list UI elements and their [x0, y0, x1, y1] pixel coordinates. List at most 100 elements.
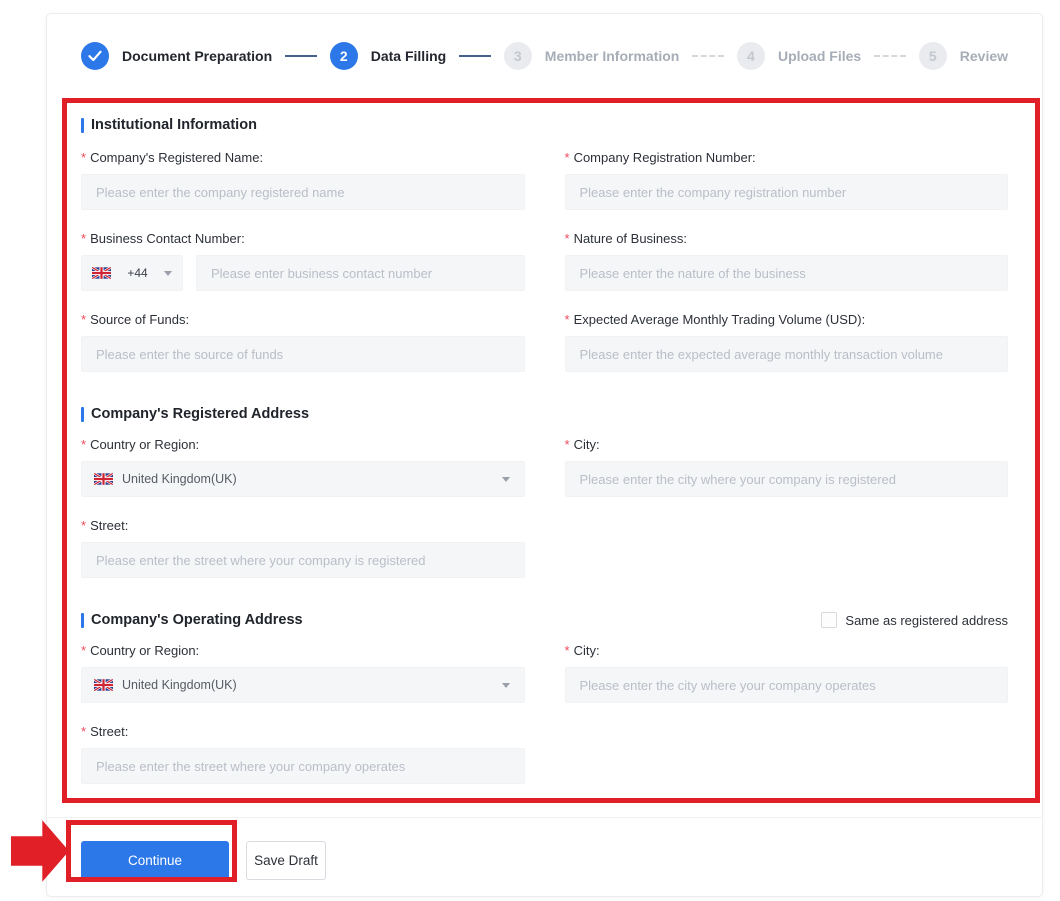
- field-label: *Street:: [81, 724, 525, 739]
- step-label: Review: [960, 48, 1008, 64]
- required-asterisk: *: [81, 518, 86, 533]
- save-draft-button[interactable]: Save Draft: [246, 841, 326, 880]
- field-label: *Company Registration Number:: [565, 150, 1009, 165]
- step-label: Member Information: [545, 48, 680, 64]
- same-as-registered-checkbox[interactable]: Same as registered address: [821, 612, 1008, 628]
- selected-country: United Kingdom(UK): [122, 472, 237, 486]
- checkbox-label: Same as registered address: [845, 613, 1008, 628]
- uk-flag-icon: [94, 473, 113, 485]
- step-number: 4: [737, 42, 765, 70]
- source-of-funds-control: [81, 336, 525, 372]
- step-data-filling[interactable]: 2 Data Filling: [330, 42, 446, 70]
- source-of-funds-input[interactable]: [94, 346, 512, 363]
- operating-country-select[interactable]: United Kingdom(UK): [81, 667, 525, 703]
- field-registered-city: *City:: [565, 437, 1009, 497]
- operating-city-control: [565, 667, 1009, 703]
- form-body: Institutional Information *Company's Reg…: [47, 70, 1042, 784]
- uk-flag-icon: [92, 267, 111, 279]
- section-institutional-information: Institutional Information *Company's Reg…: [81, 117, 1008, 372]
- step-connector: [459, 55, 491, 57]
- required-asterisk: *: [565, 437, 570, 452]
- chevron-down-icon: [502, 477, 510, 482]
- business-contact-number-control: [196, 255, 525, 291]
- step-label: Data Filling: [371, 48, 446, 64]
- nature-of-business-input[interactable]: [578, 265, 996, 282]
- chevron-down-icon: [502, 683, 510, 688]
- required-asterisk: *: [565, 312, 570, 327]
- field-business-contact-number: *Business Contact Number: +44: [81, 231, 525, 291]
- step-connector: [285, 55, 317, 57]
- continue-button[interactable]: Continue: [81, 841, 229, 880]
- field-company-registration-number: *Company Registration Number:: [565, 150, 1009, 210]
- field-label: *Business Contact Number:: [81, 231, 525, 246]
- section-accent-bar: [81, 118, 84, 133]
- required-asterisk: *: [81, 231, 86, 246]
- company-registered-name-control: [81, 174, 525, 210]
- company-registration-number-input[interactable]: [578, 184, 996, 201]
- field-label: *Expected Average Monthly Trading Volume…: [565, 312, 1009, 327]
- field-operating-country: *Country or Region: United Kingdom(UK): [81, 643, 525, 703]
- dial-code-select[interactable]: +44: [81, 255, 183, 291]
- selected-country: United Kingdom(UK): [122, 678, 237, 692]
- trading-volume-input[interactable]: [578, 346, 996, 363]
- step-review: 5 Review: [919, 42, 1008, 70]
- field-nature-of-business: *Nature of Business:: [565, 231, 1009, 291]
- chevron-down-icon: [164, 271, 172, 276]
- section-title: Institutional Information: [81, 117, 257, 133]
- required-asterisk: *: [81, 312, 86, 327]
- section-title: Company's Registered Address: [81, 406, 309, 422]
- field-source-of-funds: *Source of Funds:: [81, 312, 525, 372]
- field-trading-volume: *Expected Average Monthly Trading Volume…: [565, 312, 1009, 372]
- check-icon: [81, 42, 109, 70]
- step-label: Document Preparation: [122, 48, 272, 64]
- field-operating-city: *City:: [565, 643, 1009, 703]
- section-registered-address: Company's Registered Address *Country or…: [81, 406, 1008, 578]
- operating-street-input[interactable]: [94, 758, 512, 775]
- trading-volume-control: [565, 336, 1009, 372]
- field-label: *Nature of Business:: [565, 231, 1009, 246]
- step-label: Upload Files: [778, 48, 861, 64]
- field-label: *City:: [565, 643, 1009, 658]
- step-document-preparation[interactable]: Document Preparation: [81, 42, 272, 70]
- section-accent-bar: [81, 407, 84, 422]
- business-contact-number-input[interactable]: [209, 265, 512, 282]
- company-registration-number-control: [565, 174, 1009, 210]
- step-member-information: 3 Member Information: [504, 42, 680, 70]
- operating-street-control: [81, 748, 525, 784]
- required-asterisk: *: [81, 150, 86, 165]
- registration-card: Document Preparation 2 Data Filling 3 Me…: [46, 13, 1043, 897]
- step-upload-files: 4 Upload Files: [737, 42, 861, 70]
- field-registered-street: *Street:: [81, 518, 525, 578]
- step-number: 5: [919, 42, 947, 70]
- registered-city-input[interactable]: [578, 471, 996, 488]
- stepper: Document Preparation 2 Data Filling 3 Me…: [81, 42, 1008, 70]
- checkbox-box[interactable]: [821, 612, 837, 628]
- required-asterisk: *: [81, 643, 86, 658]
- operating-city-input[interactable]: [578, 677, 996, 694]
- section-accent-bar: [81, 613, 84, 628]
- registered-country-select[interactable]: United Kingdom(UK): [81, 461, 525, 497]
- registered-street-input[interactable]: [94, 552, 512, 569]
- field-label: *Source of Funds:: [81, 312, 525, 327]
- section-operating-address: Company's Operating Address Same as regi…: [81, 612, 1008, 784]
- company-registered-name-input[interactable]: [94, 184, 512, 201]
- required-asterisk: *: [565, 150, 570, 165]
- step-number: 2: [330, 42, 358, 70]
- field-label: *City:: [565, 437, 1009, 452]
- step-connector: [692, 55, 724, 57]
- step-connector: [874, 55, 906, 57]
- field-label: *Company's Registered Name:: [81, 150, 525, 165]
- step-number: 3: [504, 42, 532, 70]
- field-company-registered-name: *Company's Registered Name:: [81, 150, 525, 210]
- field-registered-country: *Country or Region: United Kingdom(UK): [81, 437, 525, 497]
- dial-code-value: +44: [127, 266, 147, 280]
- required-asterisk: *: [565, 643, 570, 658]
- registered-street-control: [81, 542, 525, 578]
- field-label: *Country or Region:: [81, 437, 525, 452]
- form-footer: Continue Save Draft: [47, 817, 1042, 880]
- field-label: *Street:: [81, 518, 525, 533]
- required-asterisk: *: [81, 724, 86, 739]
- field-label: *Country or Region:: [81, 643, 525, 658]
- registered-city-control: [565, 461, 1009, 497]
- field-operating-street: *Street:: [81, 724, 525, 784]
